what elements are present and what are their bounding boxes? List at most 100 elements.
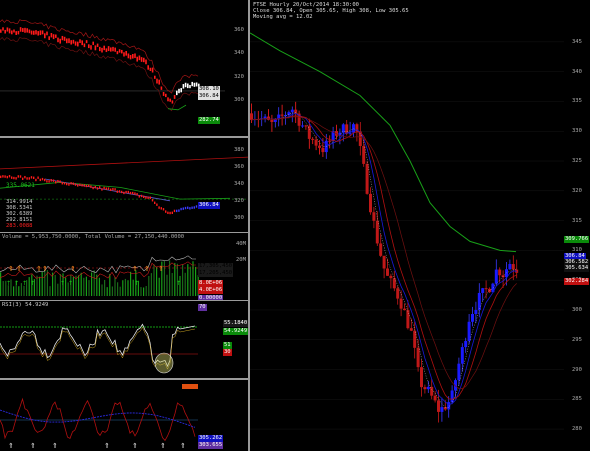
p1-price-bar [112,46,114,52]
p1-green-line [167,104,187,111]
trend-panel-chart [0,156,248,215]
p1-price-bar [90,45,92,50]
p1-price-bar [121,49,123,54]
candle-body [304,125,308,127]
p1-price-bar [116,51,119,55]
p2-price-bar [24,175,26,179]
p2-price-bar [154,201,156,205]
candle-body [450,390,454,403]
p1-ytick-label: 300 [234,97,244,104]
p2-price-bar [61,182,63,185]
candle-body [464,340,468,348]
candle-body [270,119,274,122]
p2-price-bar [151,199,154,202]
white-arrow-icon: ⇑ [52,442,58,450]
p2-price-bar [92,186,94,190]
green-arrow-icon: ↑ [6,280,11,287]
p1-ytick-label: 340 [234,50,244,57]
p2-price-bar [138,195,140,198]
volume-average-line [0,255,196,274]
p2-price-bar [72,182,74,185]
p1-ytick-label: 360 [234,26,244,33]
p2-red-trendline [0,156,248,170]
p2-price-bar [52,179,55,182]
p2-price-bar [63,182,66,185]
p1-price-bar [169,98,171,102]
p1-price-bar [85,40,88,44]
p1-price-bar [24,27,26,33]
p1-price-bar [66,38,68,44]
p1-price-tag: 282.74 [198,117,220,124]
p2-price-bar [136,193,138,196]
p1-price-bar [184,82,187,88]
p2-price-bar [167,211,169,215]
rsi-header: RSI(3) 54.9249 [2,302,49,308]
rsi-value-tag: 54.9249 [223,328,249,335]
p2-price-bar [33,176,35,180]
p2-price-bar [127,190,129,194]
p2-price-bar [77,184,79,187]
candle-body [379,243,383,256]
p2-price-bar [48,180,50,183]
p3-value-tag: 8.0E+06 [198,280,224,287]
candle-body [406,310,410,329]
candle-body [348,132,352,134]
volume-bar [41,271,43,296]
p2-price-bar [129,191,132,195]
p1-price-bar [88,44,90,49]
candle-body [457,363,461,381]
p1-price-bar [26,28,28,33]
volume-bar [127,280,129,296]
volume-bar [171,273,173,296]
p2-price-bar [173,209,176,213]
candle-body [426,386,430,390]
candle-body [301,125,304,127]
p2-price-bar [180,207,182,211]
p1-price-bar [79,39,81,43]
p1-price-bar [193,82,196,87]
p1-price-bar [44,33,46,39]
p2-price-bar [88,184,90,187]
p1-price-bar [33,30,35,35]
volume-bar [104,279,106,296]
p2-price-bar [55,181,57,184]
p2-price-bar [189,207,191,210]
p1-price-bar [19,27,22,32]
trend-panel: 335.0621 314.9914 308.5341 302.6389 292.815… [0,138,248,232]
volume-bar [54,274,56,296]
p1-price-bar [162,91,165,96]
p1-price-bar [99,46,101,52]
p1-price-bar [118,49,121,53]
volume-bar [65,277,67,296]
p2-ytick-label: 360 [234,164,244,171]
volume-bar [150,273,152,296]
volume-bar [91,272,93,296]
orange-arrow-icon: ⇑ [158,265,164,273]
p1-price-bar [145,59,147,65]
p2-price-bar [2,175,4,178]
p1-price-bar [94,45,97,51]
p1-price-bar [41,30,44,35]
p2-price-bar [101,188,103,191]
candle-body [420,367,423,388]
oscillator-blue-line [0,409,196,428]
p2-price-bar [123,191,125,195]
candle-body [460,347,464,364]
green-arrow-icon: ↑ [134,280,139,287]
p1-price-bar [182,84,185,89]
p1-price-bar [48,36,50,40]
p1-price-bar [107,46,110,52]
p2-price-bar [178,209,180,212]
p1-price-bar [70,40,72,45]
p1-price-bar [61,35,64,41]
p2-price-bar [19,175,22,178]
candle-body [389,275,393,279]
p2-price-bar [22,177,24,180]
p2-price-bar [110,188,112,191]
green-arrow-icon: ↑ [68,280,73,287]
candle-body [440,407,444,412]
volume-bar [88,280,90,296]
p2-price-bar [85,184,88,188]
p2-price-bar [30,176,33,179]
p2-price-bar [37,176,39,179]
